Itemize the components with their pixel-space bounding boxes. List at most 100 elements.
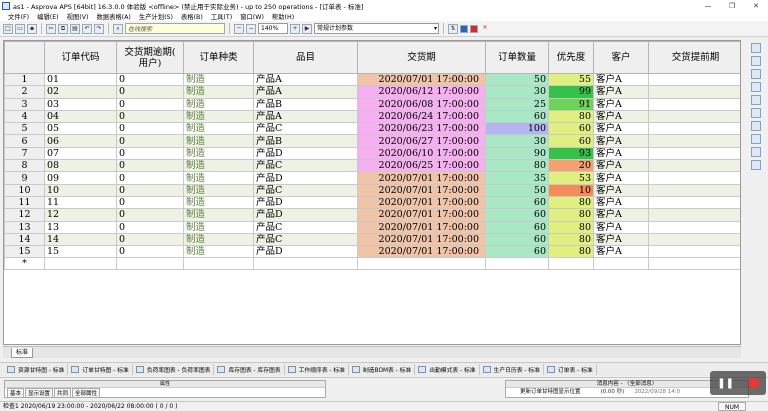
late-days-cell[interactable]: 0 xyxy=(116,134,184,148)
customer-cell[interactable]: 客户A xyxy=(593,134,649,148)
quantity-cell[interactable]: 60 xyxy=(485,220,549,234)
late-days-cell[interactable]: 0 xyxy=(116,97,184,111)
copy-icon[interactable]: ⧉ xyxy=(58,23,68,34)
priority-cell[interactable]: 80 xyxy=(548,208,594,222)
due-date-cell[interactable]: 2020/06/23 17:00:00 xyxy=(357,122,486,136)
customer-cell[interactable]: 客户A xyxy=(593,159,649,173)
save-icon[interactable]: ▪ xyxy=(27,23,37,34)
quantity-cell[interactable]: 60 xyxy=(485,245,549,259)
quantity-cell[interactable]: 60 xyxy=(485,208,549,222)
menu-window[interactable]: 窗口(W) xyxy=(236,12,268,21)
item-cell[interactable]: 产品C xyxy=(253,159,358,173)
window-tab[interactable]: 资源甘特图 - 标准 xyxy=(4,364,69,375)
item-cell[interactable]: 产品A xyxy=(253,85,358,99)
order-kind-cell[interactable]: 制造 xyxy=(183,171,254,185)
zoom-select[interactable]: 140% xyxy=(258,23,288,34)
order-kind-cell[interactable]: 制造 xyxy=(183,220,254,234)
property-tab-display[interactable]: 显示设置 xyxy=(25,388,54,398)
order-kind-cell[interactable]: 制造 xyxy=(183,72,254,87)
item-cell[interactable]: 产品C xyxy=(253,183,358,197)
quantity-cell[interactable]: 30 xyxy=(485,134,549,148)
item-cell[interactable]: 产品D xyxy=(253,171,358,185)
quantity-cell[interactable]: 60 xyxy=(485,195,549,210)
order-kind-cell[interactable]: 制造 xyxy=(183,183,254,197)
order-code-cell[interactable]: 14 xyxy=(44,232,117,247)
order-kind-cell[interactable]: 制造 xyxy=(183,195,254,210)
row-number[interactable]: 5 xyxy=(4,122,45,136)
table-row[interactable]: 5 05 0 制造 产品C 2020/06/23 17:00:00 100 60 客户A xyxy=(4,122,740,136)
quantity-cell[interactable]: 30 xyxy=(485,85,549,99)
due-lead-time-cell[interactable] xyxy=(648,220,740,234)
table-row[interactable]: 6 06 0 制造 产品B 2020/06/27 17:00:00 30 60 客户A xyxy=(4,134,740,148)
due-date-cell[interactable]: 2020/06/08 17:00:00 xyxy=(357,97,486,111)
due-lead-time-cell[interactable] xyxy=(648,195,740,210)
priority-cell[interactable]: 99 xyxy=(548,85,594,99)
new-row-cell[interactable] xyxy=(485,257,549,271)
window-tab[interactable]: 生产日历表 - 标准 xyxy=(480,364,544,375)
window-tab[interactable]: 订单甘特图 - 标准 xyxy=(68,364,133,375)
row-number[interactable]: 6 xyxy=(4,134,45,148)
item-cell[interactable]: 产品D xyxy=(253,245,358,259)
due-date-cell[interactable]: 2020/07/01 17:00:00 xyxy=(357,183,486,197)
order-kind-cell[interactable]: 制造 xyxy=(183,146,254,161)
priority-cell[interactable]: 91 xyxy=(548,97,594,111)
item-cell[interactable]: 产品B xyxy=(253,134,358,148)
item-cell[interactable]: 产品C xyxy=(253,220,358,234)
property-tab-basic[interactable]: 基本 xyxy=(7,388,25,398)
undo-icon[interactable]: ↶ xyxy=(82,23,92,34)
property-tab-common[interactable]: 共同 xyxy=(54,388,72,398)
row-number[interactable]: 2 xyxy=(4,85,45,99)
table-row[interactable]: 10 10 0 制造 产品C 2020/07/01 17:00:00 50 10 客户A xyxy=(4,183,740,197)
sheet-tab-standard[interactable]: 标准 xyxy=(11,348,34,358)
customer-cell[interactable]: 客户A xyxy=(593,245,649,259)
item-cell[interactable]: 产品B xyxy=(253,97,358,111)
order-code-cell[interactable]: 12 xyxy=(44,208,117,222)
due-lead-time-cell[interactable] xyxy=(648,208,740,222)
order-kind-cell[interactable]: 制造 xyxy=(183,208,254,222)
customer-cell[interactable]: 客户A xyxy=(593,208,649,222)
column-header-order-code[interactable]: 订单代码 xyxy=(44,41,117,74)
order-code-cell[interactable]: 13 xyxy=(44,220,117,234)
calendar-icon[interactable] xyxy=(751,121,761,131)
sort-icon[interactable]: ⇅ xyxy=(448,23,458,34)
maximize-button[interactable]: ❐ xyxy=(720,2,744,10)
customer-cell[interactable]: 客户A xyxy=(593,232,649,247)
item-cell[interactable]: 产品A xyxy=(253,109,358,124)
new-row-cell[interactable] xyxy=(116,257,184,271)
pause-icon[interactable]: ❚❚ xyxy=(717,378,734,389)
order-kind-cell[interactable]: 制造 xyxy=(183,97,254,111)
table-row[interactable]: 1 01 0 制造 产品A 2020/07/01 17:00:00 50 55 客户A xyxy=(4,72,740,87)
column-header-order-kind[interactable]: 订单种类 xyxy=(183,41,254,74)
quantity-cell[interactable]: 80 xyxy=(485,159,549,173)
online-search-input[interactable]: 在线搜索 xyxy=(125,23,225,34)
plan-parameter-select[interactable]: 常规计划参数 ▾ xyxy=(314,23,439,34)
quantity-cell[interactable]: 60 xyxy=(485,232,549,247)
late-days-cell[interactable]: 0 xyxy=(116,220,184,234)
due-lead-time-cell[interactable] xyxy=(648,85,740,99)
table-row[interactable]: 2 02 0 制造 产品A 2020/06/12 17:00:00 30 99 客户A xyxy=(4,85,740,99)
late-days-cell[interactable]: 0 xyxy=(116,245,184,259)
column-header-due-lead-time[interactable]: 交货提前期 xyxy=(648,41,740,74)
color-red-icon[interactable] xyxy=(470,24,478,33)
search-icon[interactable]: ⌕ xyxy=(113,23,123,34)
order-code-cell[interactable]: 07 xyxy=(44,146,117,161)
window-tab[interactable]: 库存图表 - 库存图表 xyxy=(214,364,285,375)
run-schedule-icon[interactable]: ▶ xyxy=(302,23,312,34)
item-cell[interactable]: 产品D xyxy=(253,208,358,222)
quantity-cell[interactable]: 90 xyxy=(485,146,549,161)
order-code-cell[interactable]: 06 xyxy=(44,134,117,148)
menu-help[interactable]: 帮助(H) xyxy=(268,12,298,21)
customer-cell[interactable]: 客户A xyxy=(593,183,649,197)
order-code-cell[interactable]: 05 xyxy=(44,122,117,136)
new-row-cell[interactable] xyxy=(357,257,486,271)
due-date-cell[interactable]: 2020/07/01 17:00:00 xyxy=(357,220,486,234)
settings-icon[interactable] xyxy=(751,160,761,170)
due-date-cell[interactable]: 2020/07/01 17:00:00 xyxy=(357,208,486,222)
stop-icon[interactable] xyxy=(748,378,759,388)
table-row[interactable]: 9 09 0 制造 产品D 2020/07/01 17:00:00 35 53 客户A xyxy=(4,171,740,185)
due-date-cell[interactable]: 2020/07/01 17:00:00 xyxy=(357,245,486,259)
row-number[interactable]: 12 xyxy=(4,208,45,222)
customer-cell[interactable]: 客户A xyxy=(593,72,649,87)
priority-cell[interactable]: 60 xyxy=(548,122,594,136)
late-days-cell[interactable]: 0 xyxy=(116,122,184,136)
